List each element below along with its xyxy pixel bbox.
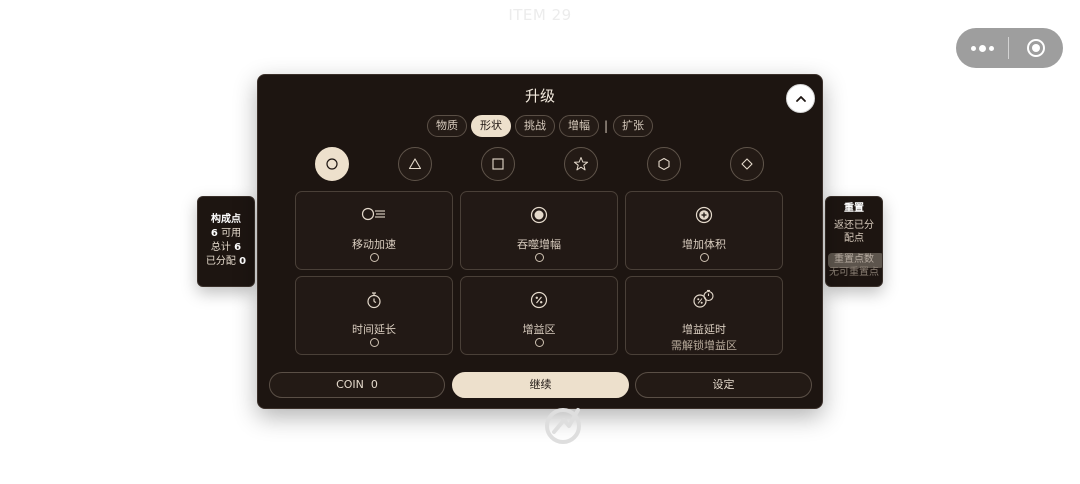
continue-button[interactable]: 继续	[452, 372, 629, 398]
upgrade-time-extend[interactable]: 时间延长	[295, 276, 453, 355]
miniprogram-close-icon[interactable]	[1009, 28, 1063, 68]
upgrade-buff-delay[interactable]: 增益延时 需解锁增益区	[625, 276, 783, 355]
square-icon	[492, 158, 504, 170]
target-icon	[530, 206, 548, 224]
points-total-value: 6	[234, 242, 242, 253]
diamond-icon	[741, 158, 753, 170]
tab-challenge[interactable]: 挑战	[514, 115, 555, 137]
shape-hexagon-button[interactable]	[647, 147, 681, 181]
level-indicator	[370, 253, 379, 262]
points-total-label: 总计	[210, 242, 231, 253]
reset-description: 返还已分配点	[834, 220, 874, 244]
unlock-requirement-note: 需解锁增益区	[671, 339, 737, 352]
points-available: 6 可用	[198, 227, 254, 241]
points-title: 构成点	[211, 214, 241, 225]
chevron-up-icon	[795, 95, 806, 102]
tab-separator: |	[603, 119, 609, 133]
points-total: 总计 6	[198, 241, 254, 255]
upgrade-label: 增益延时	[682, 323, 726, 336]
points-panel: 构成点 6 可用 总计 6 已分配 0	[197, 196, 255, 287]
miniprogram-capsule	[956, 28, 1063, 68]
reset-points-button[interactable]: 重置点数 无可重置点	[826, 253, 882, 285]
tab-amplify[interactable]: 增幅	[558, 115, 599, 137]
upgrade-devour-boost[interactable]: 吞噬增幅	[460, 191, 618, 270]
background-item-title: ITEM 29	[508, 6, 572, 24]
upgrade-label: 增益区	[522, 323, 556, 336]
tab-expand[interactable]: 扩张	[613, 115, 654, 137]
reset-title: 重置	[844, 203, 864, 214]
percent-timer-icon	[693, 289, 714, 308]
no-reset-points-text: 无可重置点	[829, 267, 879, 278]
points-allocated-label: 已分配	[205, 256, 236, 267]
plus-circle-icon	[695, 206, 713, 224]
reset-points-label: 重置点数	[834, 254, 874, 265]
upgrade-label: 移动加速	[352, 238, 396, 251]
level-indicator	[535, 253, 544, 262]
triangle-icon	[408, 158, 422, 170]
level-indicator	[700, 253, 709, 262]
coin-display: COIN 0	[269, 372, 445, 398]
shape-triangle-button[interactable]	[398, 147, 432, 181]
shape-square-button[interactable]	[481, 147, 515, 181]
stopwatch-icon	[367, 292, 381, 309]
upgrade-label: 增加体积	[682, 238, 726, 251]
coin-value: 0	[370, 378, 378, 391]
reset-panel: 重置 返还已分配点 重置点数 无可重置点	[825, 196, 883, 287]
tab-shape[interactable]: 形状	[470, 115, 511, 137]
points-allocated: 已分配 0	[198, 255, 254, 269]
settings-button[interactable]: 设定	[635, 372, 812, 398]
upgrade-label: 时间延长	[352, 323, 396, 336]
upgrade-move-speed[interactable]: 移动加速	[295, 191, 453, 270]
speed-icon	[361, 207, 385, 221]
category-tabs: 物质 形状 挑战 增幅 | 扩张	[258, 115, 822, 137]
level-indicator	[370, 338, 379, 347]
panel-title: 升级	[524, 87, 555, 105]
coin-label: COIN	[336, 378, 364, 391]
percent-icon	[530, 291, 548, 309]
points-available-label: 可用	[221, 228, 242, 239]
upgrade-buff-zone[interactable]: 增益区	[460, 276, 618, 355]
points-available-value: 6	[210, 228, 218, 239]
collapse-button[interactable]	[786, 84, 815, 113]
shape-star-button[interactable]	[564, 147, 598, 181]
upgrade-label: 吞噬增幅	[517, 238, 561, 251]
upgrade-panel: 升级 物质 形状 挑战 增幅 | 扩张 移动加速 吞噬增幅 增加体积 时间延长 …	[257, 74, 823, 409]
more-dots-icon[interactable]	[956, 28, 1008, 68]
level-indicator	[535, 338, 544, 347]
points-allocated-value: 0	[239, 256, 247, 267]
shape-diamond-button[interactable]	[730, 147, 764, 181]
circle-icon	[326, 158, 338, 170]
upgrade-increase-size[interactable]: 增加体积	[625, 191, 783, 270]
game-logo-icon	[545, 408, 581, 444]
star-icon	[573, 157, 589, 171]
shape-circle-button[interactable]	[315, 147, 349, 181]
tab-matter[interactable]: 物质	[426, 115, 467, 137]
hexagon-icon	[658, 157, 670, 171]
